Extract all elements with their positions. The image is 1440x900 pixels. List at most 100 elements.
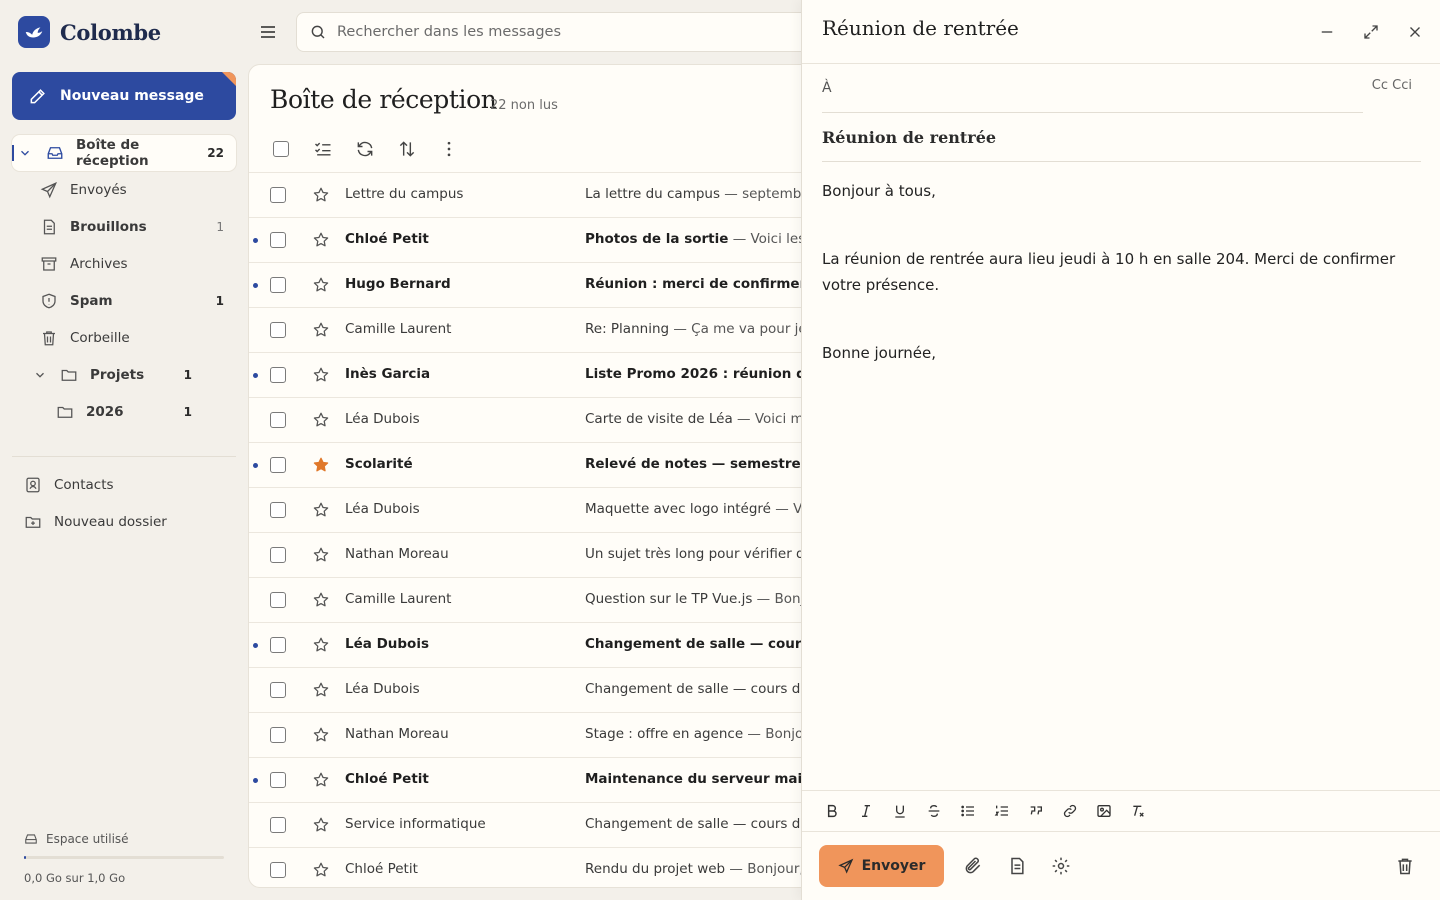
cc-bcc-toggle[interactable]: Cc Cci	[1372, 78, 1412, 93]
star-icon[interactable]	[312, 501, 330, 519]
corner-fold	[222, 72, 236, 86]
sidebar-item-drafts[interactable]: Brouillons 1	[12, 209, 236, 245]
numbered-list-icon[interactable]	[990, 799, 1014, 823]
row-checkbox[interactable]	[270, 502, 286, 518]
star-icon[interactable]	[312, 771, 330, 789]
row-checkbox[interactable]	[270, 772, 286, 788]
row-checkbox[interactable]	[270, 547, 286, 563]
row-checkbox[interactable]	[270, 412, 286, 428]
to-field[interactable]	[843, 80, 1363, 96]
sidebar-item-trash[interactable]: Corbeille	[12, 320, 236, 356]
row-checkbox[interactable]	[270, 637, 286, 653]
mail-row[interactable]: Léa Dubois Carte de visite de Léa — Voici…	[249, 397, 847, 442]
row-subject-title: Maintenance du serveur mail	[585, 771, 807, 787]
star-icon[interactable]	[312, 411, 330, 429]
star-icon[interactable]	[312, 681, 330, 699]
quote-icon[interactable]	[1024, 799, 1048, 823]
star-icon[interactable]	[312, 276, 330, 294]
mail-row[interactable]: Service informatique Changement de salle …	[249, 802, 847, 847]
link-icon[interactable]	[1058, 799, 1082, 823]
strikethrough-icon[interactable]	[922, 799, 946, 823]
settings-icon[interactable]	[1049, 854, 1073, 878]
mail-list: Lettre du campus La lettre du campus — se…	[249, 172, 847, 887]
row-checkbox[interactable]	[270, 367, 286, 383]
minimize-icon[interactable]	[1315, 20, 1339, 44]
star-icon[interactable]	[312, 591, 330, 609]
sidebar-item-projets[interactable]: Projets 1	[12, 357, 236, 393]
mail-row[interactable]: Nathan Moreau Stage : offre en agence — B…	[249, 712, 847, 757]
subject-field[interactable]: Réunion de rentrée	[822, 113, 1421, 162]
row-checkbox[interactable]	[270, 817, 286, 833]
row-checkbox[interactable]	[270, 232, 286, 248]
row-checkbox[interactable]	[270, 862, 286, 878]
clear-format-icon[interactable]	[1126, 799, 1150, 823]
star-icon[interactable]	[312, 366, 330, 384]
bullet-list-icon[interactable]	[956, 799, 980, 823]
sidebar-item-archives[interactable]: Archives	[12, 246, 236, 282]
row-checkbox[interactable]	[270, 277, 286, 293]
image-icon[interactable]	[1092, 799, 1116, 823]
mail-row[interactable]: Camille Laurent Re: Planning — Ça me va p…	[249, 307, 847, 352]
mail-row[interactable]: ScolaritéRelevé de notes — semestre 4 — …	[249, 442, 847, 487]
draft-count-badge: 1	[216, 220, 224, 234]
chevron-down-icon[interactable]	[33, 368, 47, 382]
mail-row[interactable]: Hugo Bernard Réunion : merci de confirmer…	[249, 262, 847, 307]
mail-row[interactable]: Nathan Moreau Un sujet très long pour vér…	[249, 532, 847, 577]
send-button[interactable]: Envoyer	[819, 845, 944, 887]
mail-row[interactable]: Léa Dubois Changement de salle — cours de	[249, 622, 847, 667]
mail-row[interactable]: Léa Dubois Maquette avec logo intégré — V…	[249, 487, 847, 532]
star-icon[interactable]	[312, 636, 330, 654]
row-checkbox[interactable]	[270, 187, 286, 203]
star-icon[interactable]	[312, 231, 330, 249]
sidebar-item-sent[interactable]: Envoyés	[12, 172, 236, 208]
sort-icon[interactable]	[395, 137, 419, 161]
template-icon[interactable]	[1005, 854, 1029, 878]
app-logo[interactable]: Colombe	[18, 16, 161, 48]
message-body[interactable]: Bonjour à tous, La réunion de rentrée au…	[822, 178, 1422, 408]
new-folder-button[interactable]: Nouveau dossier	[12, 504, 236, 540]
sidebar-item-inbox[interactable]: Boîte de réception 22	[12, 135, 236, 171]
more-options-icon[interactable]	[437, 137, 461, 161]
row-sender: Léa Dubois	[345, 501, 420, 517]
bold-icon[interactable]	[820, 799, 844, 823]
mail-row[interactable]: Chloé Petit Rendu du projet web — Bonjour…	[249, 847, 847, 887]
row-checkbox[interactable]	[270, 322, 286, 338]
search-bar[interactable]	[296, 12, 856, 52]
row-checkbox[interactable]	[270, 682, 286, 698]
body-paragraph: Bonne journée,	[822, 344, 936, 362]
mail-row[interactable]: Inès Garcia Liste Promo 2026 : réunion de…	[249, 352, 847, 397]
star-icon[interactable]	[312, 816, 330, 834]
formatting-toolbar	[802, 790, 1440, 832]
mail-row[interactable]: Camille Laurent Question sur le TP Vue.js…	[249, 577, 847, 622]
italic-icon[interactable]	[854, 799, 878, 823]
checklist-icon[interactable]	[311, 137, 335, 161]
expand-icon[interactable]	[1359, 20, 1383, 44]
sidebar-item-label: Brouillons	[70, 219, 147, 235]
search-input[interactable]	[337, 24, 817, 40]
chevron-down-icon[interactable]	[18, 146, 32, 160]
star-icon[interactable]	[312, 546, 330, 564]
menu-icon[interactable]	[256, 20, 280, 44]
mail-row[interactable]: Léa Dubois Changement de salle — cours de…	[249, 667, 847, 712]
refresh-icon[interactable]	[353, 137, 377, 161]
discard-trash-icon[interactable]	[1393, 854, 1417, 878]
new-message-button[interactable]: Nouveau message	[12, 72, 236, 120]
star-icon[interactable]	[312, 321, 330, 339]
star-icon[interactable]	[312, 456, 330, 474]
underline-icon[interactable]	[888, 799, 912, 823]
select-all-checkbox[interactable]	[269, 137, 293, 161]
mail-row[interactable]: Chloé Petit Photos de la sortie — Voici l…	[249, 217, 847, 262]
row-checkbox[interactable]	[270, 457, 286, 473]
star-icon[interactable]	[312, 186, 330, 204]
attachment-icon[interactable]	[961, 854, 985, 878]
row-checkbox[interactable]	[270, 727, 286, 743]
sidebar-item-2026[interactable]: 2026 1	[12, 394, 236, 430]
mail-row[interactable]: Chloé PetitMaintenance du serveur mail —…	[249, 757, 847, 802]
star-icon[interactable]	[312, 726, 330, 744]
star-icon[interactable]	[312, 861, 330, 879]
sidebar-item-spam[interactable]: Spam 1	[12, 283, 236, 319]
close-icon[interactable]	[1403, 20, 1427, 44]
row-checkbox[interactable]	[270, 592, 286, 608]
mail-row[interactable]: Lettre du campus La lettre du campus — se…	[249, 172, 847, 217]
sidebar-item-contacts[interactable]: Contacts	[12, 467, 236, 503]
